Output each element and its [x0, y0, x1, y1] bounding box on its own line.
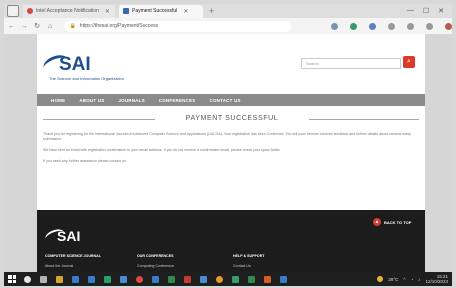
footer-column: OUR CONFERENCES Computing Conference: [137, 254, 174, 268]
footer-logo-name: SAI: [57, 228, 81, 244]
footer-link[interactable]: About the Journal: [45, 264, 101, 268]
confirmation-text: Thank you for registering for the Intern…: [43, 132, 411, 141]
tab-close-icon[interactable]: ✕: [183, 8, 188, 15]
browser-tab-bar: Intel Acceptance Notification ✕ Payment …: [4, 4, 452, 18]
footer-column: COMPUTER SCIENCE JOURNAL About the Journ…: [45, 254, 101, 268]
close-window-icon[interactable]: ✕: [438, 7, 444, 15]
store-icon[interactable]: [72, 275, 79, 283]
chrome-icon[interactable]: [136, 275, 143, 283]
lock-icon: 🔒: [69, 23, 76, 29]
page-heading: PAYMENT SUCCESSFUL: [37, 114, 425, 124]
site-search-input[interactable]: Search: [301, 58, 401, 69]
extension-icons: [331, 22, 452, 30]
collections-icon[interactable]: [407, 22, 414, 30]
tab-favicon-icon: [27, 8, 33, 14]
main-navigation: HOME ABOUT US JOURNALS CONFERENCES CONTA…: [37, 94, 425, 106]
system-tray: 28°C ^ ◔ ♪ 15:21 12/10/2023: [377, 274, 452, 284]
volume-icon[interactable]: ♪: [418, 277, 420, 282]
taskbar-clock[interactable]: 15:21 12/10/2023: [425, 274, 448, 284]
temperature: 28°C: [388, 276, 399, 282]
page-title: PAYMENT SUCCESSFUL: [185, 115, 279, 122]
favorites-icon[interactable]: [388, 22, 395, 30]
screen: Intel Acceptance Notification ✕ Payment …: [0, 0, 456, 288]
arrow-up-icon: ▲: [373, 218, 381, 226]
tab-label: Payment Successful: [132, 8, 178, 14]
file-explorer-icon[interactable]: [56, 275, 63, 283]
mail-icon[interactable]: [88, 275, 95, 283]
browser-tab-active[interactable]: Payment Successful ✕: [119, 4, 203, 18]
search-button[interactable]: ⌕: [403, 56, 415, 68]
address-bar[interactable]: 🔒 https://thesai.org/Payment/Success: [63, 20, 291, 32]
footer-column-heading: COMPUTER SCIENCE JOURNAL: [45, 254, 101, 258]
back-arrow-icon[interactable]: ←: [6, 23, 17, 30]
web-page: SAI The Science and Information Organiza…: [37, 34, 425, 272]
tray-chevron-icon[interactable]: ^: [403, 277, 405, 282]
nav-item-contact-us[interactable]: CONTACT US: [210, 98, 241, 103]
window-menu-icon[interactable]: [7, 5, 19, 17]
address-url: https://thesai.org/Payment/Success: [79, 23, 159, 29]
start-menu-icon[interactable]: [8, 275, 16, 283]
footer-link[interactable]: Contact Us: [233, 264, 264, 268]
logo-name: SAI: [59, 54, 91, 75]
minimize-icon[interactable]: —: [407, 7, 414, 15]
site-footer: ▲ BACK TO TOP SAI COMPUTER SCIENCE JOURN…: [37, 210, 425, 272]
divider: [309, 119, 419, 120]
app-icon[interactable]: [200, 275, 207, 283]
excel-icon[interactable]: [168, 275, 175, 283]
footer-column: HELP & SUPPORT Contact Us: [233, 254, 264, 268]
nav-item-journals[interactable]: JOURNALS: [118, 98, 144, 103]
nav-item-about-us[interactable]: ABOUT US: [79, 98, 104, 103]
app-icon[interactable]: [248, 275, 255, 283]
profile-icon[interactable]: [426, 22, 433, 30]
back-to-top-button[interactable]: ▲ BACK TO TOP: [373, 218, 411, 226]
email-notice-text: We have sent an email with registration …: [43, 148, 281, 152]
maximize-icon[interactable]: ☐: [423, 7, 429, 15]
home-icon[interactable]: ⌂: [45, 23, 56, 30]
app-icon[interactable]: [216, 275, 223, 283]
contact-notice-text: If you need any further assistance pleas…: [43, 159, 127, 163]
site-logo[interactable]: SAI The Science and Information Organiza…: [41, 52, 133, 86]
logo-tagline: The Science and Information Organization: [49, 76, 124, 81]
footer-column-heading: OUR CONFERENCES: [137, 254, 174, 258]
weather-icon[interactable]: [377, 276, 384, 282]
footer-link[interactable]: Computing Conference: [137, 264, 174, 268]
extension-icon[interactable]: [350, 22, 357, 30]
back-to-top-label: BACK TO TOP: [384, 219, 412, 225]
app-icon[interactable]: [280, 275, 287, 283]
tab-favicon-icon: [123, 8, 129, 14]
forward-arrow-icon[interactable]: →: [19, 23, 30, 30]
nav-item-conferences[interactable]: CONFERENCES: [159, 98, 196, 103]
new-tab-icon[interactable]: +: [209, 6, 214, 16]
read-aloud-icon[interactable]: [331, 22, 338, 30]
tab-label: Intel Acceptance Notification: [36, 8, 99, 14]
word-icon[interactable]: [152, 275, 159, 283]
divider: [43, 119, 155, 120]
browser-viewport: SAI The Science and Information Organiza…: [4, 34, 452, 272]
nav-item-home[interactable]: HOME: [51, 98, 65, 103]
browser-toolbar: ← → ↻ ⌂ 🔒 https://thesai.org/Payment/Suc…: [4, 18, 452, 34]
network-icon[interactable]: ◔: [411, 277, 414, 282]
window-controls: — ☐ ✕: [407, 7, 452, 15]
footer-logo[interactable]: SAI: [43, 226, 105, 246]
main-content: PAYMENT SUCCESSFUL Thank you for registe…: [37, 114, 425, 164]
site-header: SAI The Science and Information Organiza…: [37, 34, 425, 94]
app-icon[interactable]: [232, 275, 239, 283]
tab-close-icon[interactable]: ✕: [105, 8, 110, 15]
refresh-icon[interactable]: ↻: [32, 22, 43, 30]
app-icon[interactable]: [104, 275, 111, 283]
task-view-icon[interactable]: [40, 275, 47, 283]
clock-date: 12/10/2023: [425, 279, 448, 284]
app-icon[interactable]: [264, 275, 271, 283]
extension-icon[interactable]: [369, 22, 376, 30]
search-icon[interactable]: [24, 275, 31, 283]
windows-taskbar: 28°C ^ ◔ ♪ 15:21 12/10/2023: [4, 272, 452, 286]
settings-menu-icon[interactable]: [445, 22, 452, 30]
footer-column-heading: HELP & SUPPORT: [233, 254, 265, 258]
search-icon: ⌕: [407, 58, 411, 65]
browser-tab[interactable]: Intel Acceptance Notification ✕: [23, 4, 115, 18]
powerpoint-icon[interactable]: [184, 275, 191, 283]
taskbar-pinned-apps: [24, 275, 287, 283]
edge-browser-icon[interactable]: [120, 275, 127, 283]
